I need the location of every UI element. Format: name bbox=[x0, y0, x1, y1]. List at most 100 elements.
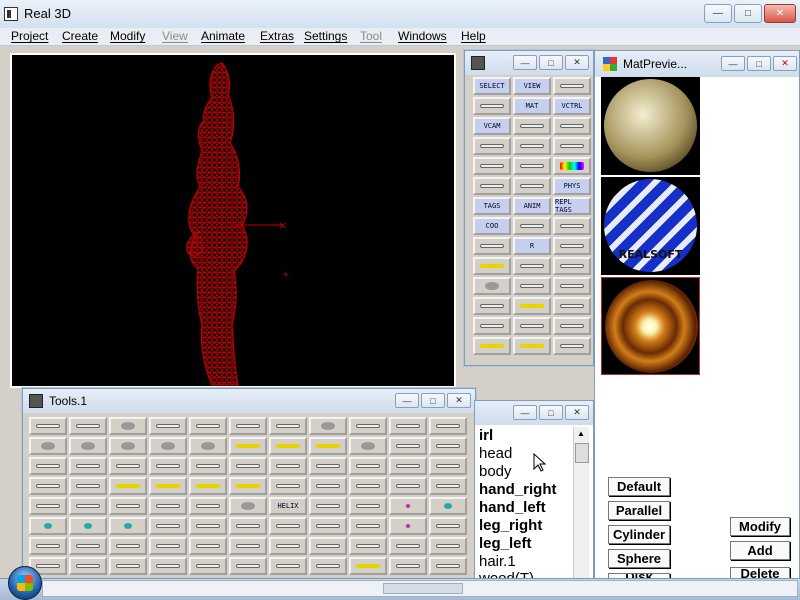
tool-button[interactable] bbox=[429, 517, 467, 535]
parallel-button[interactable]: Parallel bbox=[608, 501, 670, 520]
tool-button[interactable] bbox=[109, 497, 147, 515]
palette-tool-button[interactable] bbox=[473, 97, 511, 115]
tool-button[interactable] bbox=[309, 557, 347, 575]
tool-button[interactable] bbox=[429, 537, 467, 555]
tool-button[interactable] bbox=[389, 557, 427, 575]
sphere-blue-logo[interactable]: REALSOFT bbox=[601, 177, 700, 275]
tool-button[interactable] bbox=[29, 457, 67, 475]
tool-button[interactable] bbox=[309, 477, 347, 495]
menu-view[interactable]: View bbox=[162, 29, 188, 43]
palette-tool-button[interactable] bbox=[553, 297, 591, 315]
palette-tool-button[interactable] bbox=[473, 257, 511, 275]
tool-button[interactable] bbox=[349, 417, 387, 435]
tool-button[interactable] bbox=[149, 517, 187, 535]
palette-tool-button[interactable] bbox=[553, 337, 591, 355]
tool-button[interactable] bbox=[349, 537, 387, 555]
menu-settings[interactable]: Settings bbox=[304, 29, 347, 43]
sphere-button[interactable]: Sphere bbox=[608, 549, 670, 568]
tool-button[interactable] bbox=[109, 557, 147, 575]
tools-maximize-button[interactable]: □ bbox=[421, 393, 445, 408]
tool-button[interactable] bbox=[429, 417, 467, 435]
palette-tool-button[interactable] bbox=[513, 277, 551, 295]
horizontal-scroll-thumb[interactable] bbox=[383, 583, 463, 594]
tool-button[interactable] bbox=[229, 497, 267, 515]
cylinder-button[interactable]: Cylinder bbox=[608, 525, 670, 544]
tool-button[interactable] bbox=[429, 497, 467, 515]
modify-button[interactable]: Modify bbox=[730, 517, 790, 536]
material-preview-titlebar[interactable]: MatPrevie... — □ ✕ bbox=[595, 51, 799, 77]
palette-tool-button[interactable]: SELECT bbox=[473, 77, 511, 95]
palette-tool-button[interactable] bbox=[553, 137, 591, 155]
tool-button[interactable] bbox=[349, 517, 387, 535]
tool-button[interactable] bbox=[309, 417, 347, 435]
palette-maximize-button[interactable]: □ bbox=[539, 55, 563, 70]
menu-help[interactable]: Help bbox=[461, 29, 486, 43]
tool-button[interactable] bbox=[109, 537, 147, 555]
list-item[interactable]: leg_left bbox=[479, 535, 532, 552]
tool-button[interactable] bbox=[109, 457, 147, 475]
sphere-gold-marble[interactable] bbox=[601, 77, 700, 175]
palette-tool-button[interactable]: VIEW bbox=[513, 77, 551, 95]
tool-button[interactable] bbox=[69, 557, 107, 575]
tool-button[interactable] bbox=[109, 517, 147, 535]
tool-button[interactable] bbox=[229, 417, 267, 435]
tool-button[interactable] bbox=[349, 497, 387, 515]
tool-palette-titlebar[interactable]: — □ ✕ bbox=[465, 51, 593, 75]
palette-tool-button[interactable] bbox=[553, 277, 591, 295]
tool-button[interactable] bbox=[349, 457, 387, 475]
tool-button[interactable] bbox=[389, 437, 427, 455]
tool-button[interactable] bbox=[389, 457, 427, 475]
tool-button[interactable] bbox=[389, 497, 427, 515]
list-scroll-thumb[interactable] bbox=[575, 443, 589, 463]
tool-button[interactable] bbox=[389, 537, 427, 555]
list-scrollbar[interactable]: ▲ bbox=[573, 427, 589, 583]
tool-button[interactable] bbox=[309, 497, 347, 515]
palette-tool-button[interactable] bbox=[473, 317, 511, 335]
menu-tool[interactable]: Tool bbox=[360, 29, 382, 43]
palette-tool-button[interactable] bbox=[473, 157, 511, 175]
list-close-button[interactable]: ✕ bbox=[565, 405, 589, 420]
tool-button[interactable] bbox=[109, 477, 147, 495]
tool-button[interactable] bbox=[189, 477, 227, 495]
menu-modify[interactable]: Modify bbox=[110, 29, 145, 43]
tool-button[interactable] bbox=[189, 537, 227, 555]
tool-button[interactable] bbox=[149, 417, 187, 435]
close-button[interactable]: ✕ bbox=[764, 4, 796, 23]
palette-tool-button[interactable]: R bbox=[513, 237, 551, 255]
tool-button[interactable] bbox=[69, 477, 107, 495]
list-item[interactable]: leg_right bbox=[479, 517, 542, 534]
tool-button[interactable] bbox=[29, 537, 67, 555]
palette-tool-button[interactable] bbox=[553, 77, 591, 95]
tool-button[interactable] bbox=[429, 557, 467, 575]
palette-tool-button[interactable] bbox=[513, 317, 551, 335]
palette-tool-button[interactable]: MAT bbox=[513, 97, 551, 115]
palette-close-button[interactable]: ✕ bbox=[565, 55, 589, 70]
list-item[interactable]: hand_left bbox=[479, 499, 546, 516]
palette-tool-button[interactable] bbox=[473, 137, 511, 155]
menu-windows[interactable]: Windows bbox=[398, 29, 447, 43]
tool-button[interactable] bbox=[29, 497, 67, 515]
minimize-button[interactable]: — bbox=[704, 4, 732, 23]
tool-button[interactable] bbox=[149, 457, 187, 475]
tool-button[interactable] bbox=[269, 417, 307, 435]
tool-button[interactable] bbox=[229, 517, 267, 535]
tool-button[interactable] bbox=[309, 537, 347, 555]
tool-button[interactable] bbox=[29, 417, 67, 435]
tool-button[interactable] bbox=[269, 557, 307, 575]
palette-tool-button[interactable]: VCTRL bbox=[553, 97, 591, 115]
palette-tool-button[interactable] bbox=[553, 237, 591, 255]
list-item[interactable]: irl bbox=[479, 427, 493, 444]
palette-tool-button[interactable] bbox=[473, 237, 511, 255]
tool-button[interactable]: HELIX bbox=[269, 497, 307, 515]
palette-tool-button[interactable] bbox=[473, 177, 511, 195]
tool-button[interactable] bbox=[149, 497, 187, 515]
palette-tool-button[interactable] bbox=[513, 177, 551, 195]
tool-button[interactable] bbox=[189, 417, 227, 435]
palette-tool-button[interactable] bbox=[553, 117, 591, 135]
palette-tool-button[interactable] bbox=[513, 217, 551, 235]
object-list-titlebar[interactable]: — □ ✕ bbox=[475, 401, 593, 425]
palette-tool-button[interactable] bbox=[513, 137, 551, 155]
tool-button[interactable] bbox=[149, 437, 187, 455]
tool-button[interactable] bbox=[269, 457, 307, 475]
palette-tool-button[interactable] bbox=[553, 217, 591, 235]
